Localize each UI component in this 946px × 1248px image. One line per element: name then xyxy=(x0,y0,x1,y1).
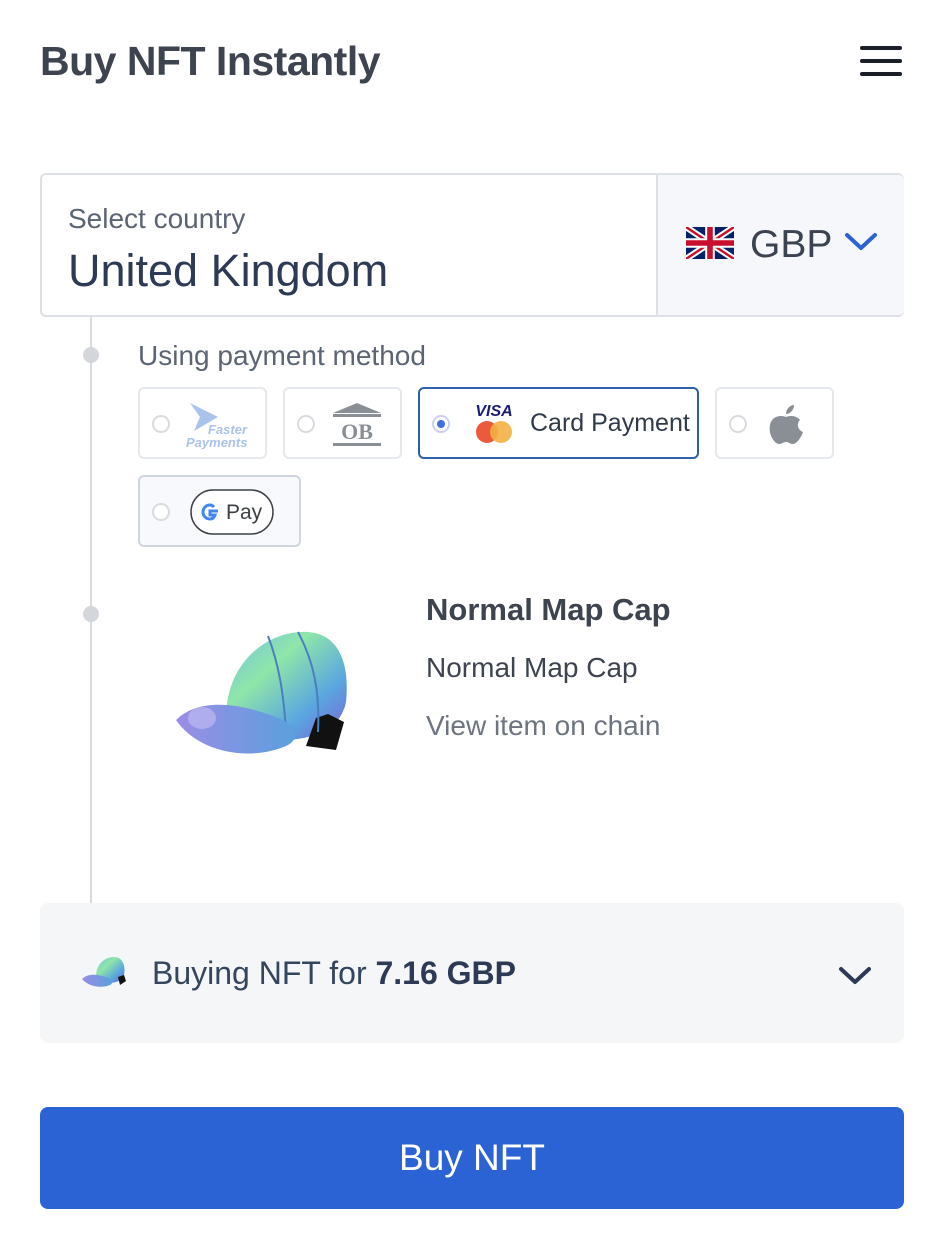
country-select[interactable]: Select country United Kingdom xyxy=(42,175,656,315)
radio-button[interactable] xyxy=(297,415,315,433)
nft-name: Normal Map Cap xyxy=(426,592,671,627)
payment-option-apple-pay[interactable] xyxy=(715,387,834,459)
payment-method-label: Using payment method xyxy=(138,340,426,371)
summary-text: Buying NFT for 7.16 GBP xyxy=(152,955,516,992)
country-value: United Kingdom xyxy=(68,245,389,296)
ob-text: OB xyxy=(341,419,373,444)
timeline-dot xyxy=(83,347,99,363)
faster-payments-logo: Faster Payments xyxy=(186,403,248,449)
currency-code: GBP xyxy=(750,223,833,266)
order-summary[interactable]: Buying NFT for 7.16 GBP xyxy=(40,903,904,1043)
summary-amount: 7.16 GBP xyxy=(375,955,516,991)
nft-thumbnail xyxy=(82,957,126,987)
radio-button[interactable] xyxy=(729,415,747,433)
country-currency-selector: Select country United Kingdom GBP xyxy=(40,173,904,317)
page-title: Buy NFT Instantly xyxy=(40,38,381,84)
google-pay-logo: Pay xyxy=(190,489,274,535)
summary-prefix: Buying NFT for xyxy=(152,955,367,991)
payment-option-faster-payments[interactable]: Faster Payments xyxy=(138,387,267,459)
radio-button[interactable] xyxy=(152,503,170,521)
hamburger-menu-icon[interactable] xyxy=(860,46,902,76)
radio-button[interactable] xyxy=(432,415,450,433)
visa-mastercard-logo: VISA xyxy=(475,403,513,443)
apple-icon xyxy=(769,405,803,444)
buy-nft-button[interactable]: Buy NFT xyxy=(40,1107,904,1209)
nft-subtitle: Normal Map Cap xyxy=(426,652,638,683)
currency-select[interactable]: GBP xyxy=(656,175,904,315)
gpay-text: Pay xyxy=(226,501,263,524)
chevron-down-icon[interactable] xyxy=(838,965,872,987)
uk-flag-icon xyxy=(686,227,734,259)
chevron-down-icon xyxy=(845,233,877,250)
visa-text: VISA xyxy=(475,403,512,420)
header: Buy NFT Instantly xyxy=(40,36,904,92)
payments-text: Payments xyxy=(186,435,247,449)
payment-option-google-pay[interactable]: Pay xyxy=(138,475,301,547)
country-label: Select country xyxy=(68,203,246,234)
timeline-dot xyxy=(83,606,99,622)
payment-option-open-banking[interactable]: OB xyxy=(283,387,402,459)
view-on-chain-link[interactable]: View item on chain xyxy=(426,710,661,742)
nft-cap-image xyxy=(176,631,347,754)
payment-option-card[interactable]: VISA Card Payment xyxy=(418,387,699,459)
card-payment-label: Card Payment xyxy=(530,409,690,437)
open-banking-logo: OB xyxy=(333,403,381,446)
radio-button[interactable] xyxy=(152,415,170,433)
